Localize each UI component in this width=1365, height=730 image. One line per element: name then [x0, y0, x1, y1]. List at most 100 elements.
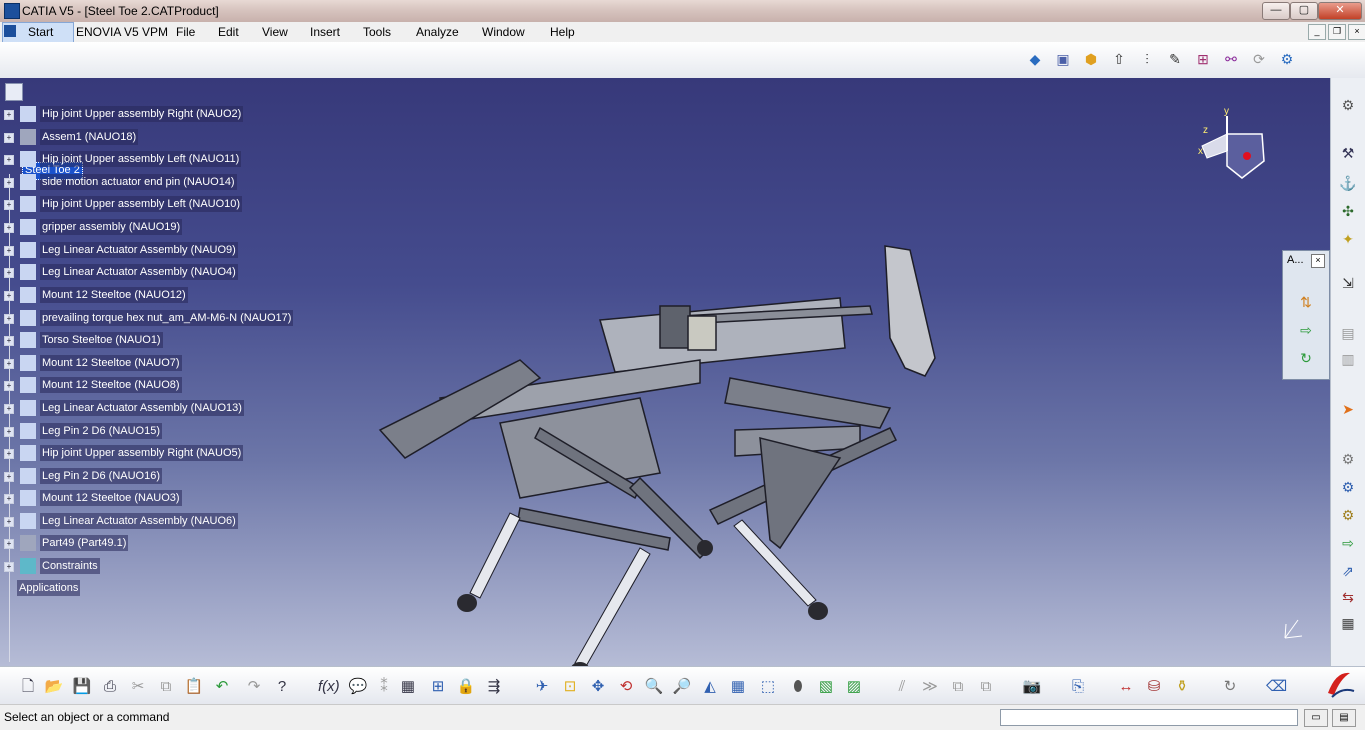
- root-product-icon[interactable]: [5, 83, 23, 101]
- expand-icon[interactable]: +: [4, 246, 14, 256]
- clash-icon[interactable]: ⚙: [1339, 478, 1357, 496]
- whats-this-icon[interactable]: ?: [272, 677, 292, 697]
- bill-of-material-icon[interactable]: ▦: [1339, 614, 1357, 632]
- explode-icon[interactable]: ⇗: [1339, 562, 1357, 580]
- minimize-button[interactable]: —: [1262, 2, 1290, 20]
- catalog-browser-icon[interactable]: ▦: [398, 677, 418, 697]
- tree-item-label[interactable]: Hip joint Upper assembly Left (NAUO11): [40, 151, 242, 167]
- contact-icon[interactable]: ✦: [1339, 230, 1357, 248]
- expand-icon[interactable]: +: [4, 110, 14, 120]
- menu-help[interactable]: Help: [550, 25, 575, 39]
- tree-item-label[interactable]: Part49 (Part49.1): [40, 535, 129, 551]
- offset-icon[interactable]: ⇲: [1339, 274, 1357, 292]
- tree-item-label[interactable]: Assem1 (NAUO18): [40, 129, 139, 145]
- sectioning-icon[interactable]: ⚙: [1339, 506, 1357, 524]
- menu-start[interactable]: Start: [28, 25, 53, 39]
- hide-show-icon[interactable]: ▧: [816, 677, 836, 697]
- measure-item-icon[interactable]: ⛁: [1144, 677, 1164, 697]
- pan-icon[interactable]: ✥: [588, 677, 608, 697]
- zoom-out-icon[interactable]: 🔎: [672, 677, 692, 697]
- copy-icon[interactable]: ⧉: [156, 677, 176, 697]
- tree-item-label[interactable]: Leg Pin 2 D6 (NAUO15): [40, 423, 162, 439]
- tree-item-label[interactable]: Mount 12 Steeltoe (NAUO3): [40, 490, 182, 506]
- measure-between-icon[interactable]: ↔: [1116, 677, 1136, 697]
- paste-icon[interactable]: 📋: [184, 677, 204, 697]
- open-file-icon[interactable]: 📂: [44, 677, 64, 697]
- existing-component-icon[interactable]: ⬢: [1082, 50, 1100, 68]
- expand-icon[interactable]: +: [4, 200, 14, 210]
- new-part-icon[interactable]: ↻: [1297, 349, 1315, 367]
- menu-file[interactable]: File: [176, 25, 195, 39]
- expand-icon[interactable]: +: [4, 449, 14, 459]
- expand-icon[interactable]: +: [4, 381, 14, 391]
- catia-app-icon[interactable]: [4, 3, 20, 19]
- scene-icon[interactable]: ⇆: [1339, 588, 1357, 606]
- tree-item-label[interactable]: Leg Linear Actuator Assembly (NAUO9): [40, 242, 238, 258]
- knowledge-advisor-icon[interactable]: 💬: [348, 677, 368, 697]
- paperclip-icon[interactable]: ✎: [1166, 50, 1184, 68]
- tree-item-label[interactable]: Torso Steeltoe (NAUO1): [40, 332, 163, 348]
- command-input[interactable]: [1000, 709, 1298, 726]
- expand-icon[interactable]: +: [4, 133, 14, 143]
- tree-item-label[interactable]: Leg Pin 2 D6 (NAUO16): [40, 468, 162, 484]
- expand-icon[interactable]: +: [4, 517, 14, 527]
- document-icon[interactable]: [4, 25, 16, 37]
- close-button[interactable]: ✕: [1318, 2, 1362, 20]
- undo-icon[interactable]: ↶: [212, 677, 232, 697]
- expand-icon[interactable]: +: [4, 539, 14, 549]
- graph-tree-icon[interactable]: ⫶: [1138, 50, 1156, 68]
- compass-widget[interactable]: [1192, 106, 1272, 186]
- zoom-in-icon[interactable]: 🔍: [644, 677, 664, 697]
- fly-mode-icon[interactable]: ✈: [532, 677, 552, 697]
- gear-icon[interactable]: ⚙: [1339, 96, 1357, 114]
- expand-icon[interactable]: +: [4, 472, 14, 482]
- expand-icon[interactable]: +: [4, 427, 14, 437]
- menu-window[interactable]: Window: [482, 25, 525, 39]
- distance-icon[interactable]: ⇨: [1339, 534, 1357, 552]
- replace-component-icon[interactable]: ⇧: [1110, 50, 1128, 68]
- tree-item-label[interactable]: Leg Linear Actuator Assembly (NAUO6): [40, 513, 238, 529]
- menu-edit[interactable]: Edit: [218, 25, 239, 39]
- update-icon[interactable]: ⎘: [1068, 677, 1088, 697]
- expand-icon[interactable]: +: [4, 359, 14, 369]
- command-history-button[interactable]: ▤: [1332, 709, 1356, 727]
- lock-icon[interactable]: 🔒: [456, 677, 476, 697]
- manipulate-icon[interactable]: ⚯: [1222, 50, 1240, 68]
- mdi-close-button[interactable]: ×: [1348, 24, 1365, 40]
- expand-icon[interactable]: +: [4, 291, 14, 301]
- command-options-button[interactable]: ▭: [1304, 709, 1328, 727]
- cycle-icon[interactable]: ↻: [1220, 677, 1240, 697]
- expand-icon[interactable]: +: [4, 268, 14, 278]
- tree-item-label[interactable]: side motion actuator end pin (NAUO14): [40, 174, 237, 190]
- eraser-icon[interactable]: ⌫: [1266, 677, 1287, 697]
- coincidence-icon[interactable]: ✣: [1339, 202, 1357, 220]
- expand-icon[interactable]: +: [4, 314, 14, 324]
- constraint-tool-icon[interactable]: ⚒: [1339, 144, 1357, 162]
- normal-view-icon[interactable]: ◭: [700, 677, 720, 697]
- tree-item-label[interactable]: Hip joint Upper assembly Left (NAUO10): [40, 196, 243, 212]
- tree-item-label[interactable]: Constraints: [40, 558, 100, 574]
- menu-view[interactable]: View: [262, 25, 288, 39]
- expand-icon[interactable]: +: [4, 336, 14, 346]
- swap-visible-space-icon[interactable]: ▨: [844, 677, 864, 697]
- print-icon[interactable]: ⎙: [100, 677, 120, 697]
- mdi-minimize-button[interactable]: _: [1308, 24, 1326, 40]
- iso-view-icon[interactable]: ⬚: [758, 677, 778, 697]
- space-analysis-icon[interactable]: ⚙: [1339, 450, 1357, 468]
- capture-camera-icon[interactable]: 📷: [1022, 677, 1042, 697]
- formula-icon[interactable]: f(x): [318, 677, 340, 697]
- maximize-button[interactable]: ▢: [1290, 2, 1318, 20]
- expand-icon[interactable]: +: [4, 155, 14, 165]
- tree-item-label[interactable]: prevailing torque hex nut_am_AM-M6-N (NA…: [40, 310, 294, 326]
- multi-instantiation-icon[interactable]: ⊞: [1194, 50, 1212, 68]
- menu-insert[interactable]: Insert: [310, 25, 340, 39]
- menu-analyze[interactable]: Analyze: [416, 25, 459, 39]
- scripting-icon[interactable]: ⇶: [484, 677, 504, 697]
- mdi-restore-button[interactable]: ❐: [1328, 24, 1346, 40]
- measure-inertia-icon[interactable]: ⚱: [1172, 677, 1192, 697]
- 3d-viewport[interactable]: y z x Steel Toe 2 + Hip joint Upper asse…: [0, 78, 1330, 666]
- menu-enovia[interactable]: ENOVIA V5 VPM: [76, 25, 168, 39]
- tree-item-label[interactable]: Mount 12 Steeltoe (NAUO8): [40, 377, 182, 393]
- tree-applications[interactable]: Applications: [17, 580, 81, 596]
- expand-icon[interactable]: +: [4, 178, 14, 188]
